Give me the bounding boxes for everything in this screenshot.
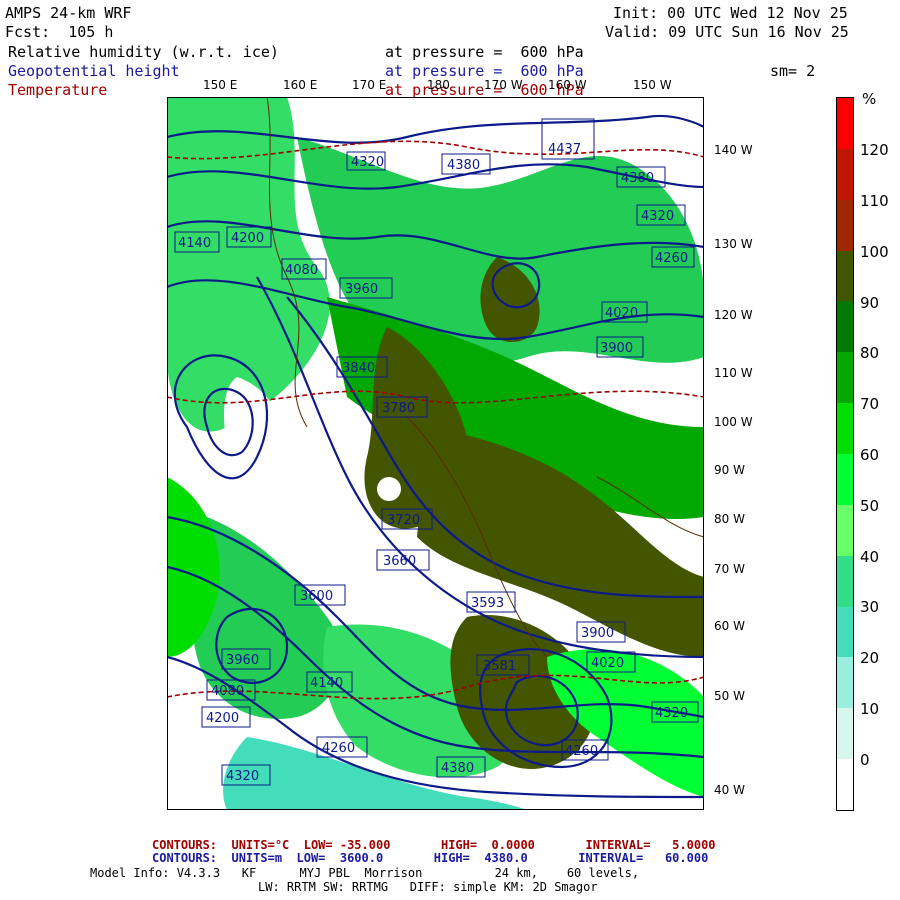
lat-label: 110 W: [714, 366, 753, 380]
colorbar-segment: [837, 606, 853, 658]
lat-label: 90 W: [714, 463, 745, 477]
colorbar-segment: [837, 759, 853, 811]
colorbar-tick: 0: [860, 751, 870, 769]
smoothing-label: sm= 2: [770, 62, 816, 80]
temp-contour-info: CONTOURS: UNITS=°C LOW= -35.000 HIGH= 0.…: [152, 838, 716, 852]
lat-label: 100 W: [714, 415, 753, 429]
colorbar-tick: 80: [860, 344, 880, 362]
colorbar-segment: [837, 454, 853, 506]
lat-label: 80 W: [714, 512, 745, 526]
field-height-label: Geopotential height: [8, 62, 180, 80]
colorbar-unit: %: [862, 90, 877, 108]
colorbar-tick: 30: [860, 598, 880, 616]
colorbar-tick: 90: [860, 294, 880, 312]
lat-label: 60 W: [714, 619, 745, 633]
colorbar-tick: 20: [860, 649, 880, 667]
colorbar-segment: [837, 301, 853, 353]
colorbar-segment: [837, 504, 853, 557]
height-label: 3720: [387, 513, 420, 528]
lat-label: 130 W: [714, 237, 753, 251]
height-label: 4080: [285, 263, 318, 278]
height-label: 3780: [382, 401, 415, 416]
height-label: 4200: [231, 231, 264, 246]
colorbar-tick: 40: [860, 548, 880, 566]
lon-label: 170 E: [352, 78, 387, 92]
colorbar-segment: [837, 250, 853, 302]
colorbar-segment: [837, 555, 853, 608]
forecast-hour: Fcst: 105 h: [5, 23, 114, 41]
humidity-shading: [167, 97, 704, 810]
lon-label: 180: [427, 78, 450, 92]
colorbar-segment: [837, 657, 853, 709]
height-contour-info: CONTOURS: UNITS=m LOW= 3600.0 HIGH= 4380…: [152, 851, 709, 865]
height-label: 3900: [600, 341, 633, 356]
field-rh-level: at pressure = 600 hPa: [385, 43, 584, 61]
height-label: 4260: [565, 744, 598, 759]
height-label: 3900: [581, 626, 614, 641]
height-label: 3960: [345, 282, 378, 297]
lon-label: 160 W: [548, 78, 587, 92]
model-title: AMPS 24-km WRF: [5, 4, 132, 22]
lat-label: 50 W: [714, 689, 745, 703]
height-label: 3593: [471, 596, 504, 611]
colorbar-tick: 110: [860, 192, 889, 210]
lon-label: 150 E: [203, 78, 238, 92]
height-label: 3581: [483, 659, 516, 674]
height-label: 4320: [641, 209, 674, 224]
height-label: 4080: [211, 684, 244, 699]
height-label: 4140: [310, 676, 343, 691]
model-info: Model Info: V4.3.3 KF MYJ PBL Morrison 2…: [90, 866, 640, 880]
height-label: 4320: [351, 155, 384, 170]
colorbar-segment: [837, 708, 853, 760]
colorbar-tick: 10: [860, 700, 880, 718]
colorbar-segment: [837, 352, 853, 404]
height-label: 4437: [548, 142, 581, 157]
weather-map: 4320 4380 4437 4380 4320 4260 4200 4140 …: [167, 97, 704, 810]
colorbar-segment: [837, 98, 853, 150]
model-info-physics: LW: RRTM SW: RRTMG DIFF: simple KM: 2D S…: [258, 880, 598, 894]
field-rh-label: Relative humidity (w.r.t. ice): [8, 43, 279, 61]
colorbar-tick: 50: [860, 497, 880, 515]
height-label: 3960: [226, 653, 259, 668]
colorbar-segment: [837, 199, 853, 252]
colorbar: [836, 97, 854, 811]
init-time: Init: 00 UTC Wed 12 Nov 25: [613, 4, 848, 22]
height-label: 3660: [383, 554, 416, 569]
colorbar-tick: 70: [860, 395, 880, 413]
height-label: 4380: [447, 158, 480, 173]
lat-label: 140 W: [714, 143, 753, 157]
lat-label: 120 W: [714, 308, 753, 322]
height-label: 4320: [655, 706, 688, 721]
height-label: 4200: [206, 711, 239, 726]
height-label: 4260: [322, 741, 355, 756]
colorbar-tick: 60: [860, 446, 880, 464]
height-label: 4380: [441, 761, 474, 776]
colorbar-tick: 100: [860, 243, 889, 261]
colorbar-segment: [837, 403, 853, 455]
lat-label: 70 W: [714, 562, 745, 576]
height-label: 4380: [621, 171, 654, 186]
height-label: 4140: [178, 236, 211, 251]
lon-label: 170 W: [484, 78, 523, 92]
valid-time: Valid: 09 UTC Sun 16 Nov 25: [605, 23, 849, 41]
height-label: 4020: [591, 656, 624, 671]
height-label: 4020: [605, 306, 638, 321]
height-label: 3600: [300, 589, 333, 604]
lon-label: 160 E: [283, 78, 318, 92]
lat-label: 40 W: [714, 783, 745, 797]
colorbar-tick: 120: [860, 141, 889, 159]
height-label: 4320: [226, 769, 259, 784]
colorbar-segment: [837, 148, 853, 201]
field-temp-label: Temperature: [8, 81, 108, 99]
height-label: 3840: [342, 361, 375, 376]
height-label: 4260: [655, 251, 688, 266]
lon-label: 150 W: [633, 78, 672, 92]
